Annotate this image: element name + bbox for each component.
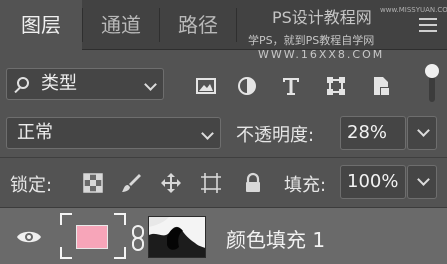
chevron-down-icon (201, 127, 214, 140)
opacity-slider-button[interactable] (407, 116, 437, 150)
chevron-down-icon (417, 124, 430, 137)
watermark-url: www.MISSYUAN.COM (380, 6, 447, 14)
filter-row: 类型 (0, 51, 447, 111)
lock-label: 锁定: (10, 175, 53, 196)
panel-menu-icon[interactable] (419, 18, 437, 32)
mask-image (149, 217, 205, 257)
type-filter-icon[interactable] (280, 75, 302, 97)
watermark-title: PS设计教程网 (272, 8, 372, 27)
adjustment-filter-icon[interactable] (236, 75, 258, 97)
filter-kind-label: 类型 (41, 73, 77, 94)
opacity-input[interactable]: 28% (340, 116, 406, 150)
link-icon[interactable] (131, 224, 145, 252)
image-filter-icon[interactable] (195, 75, 217, 97)
filter-kind-select[interactable]: 类型 (6, 68, 164, 100)
watermark-slogan: 学PS，就到PS教程自学网 (248, 34, 375, 47)
chevron-down-icon (417, 173, 430, 186)
layer-mask-thumbnail[interactable] (148, 216, 206, 258)
tab-layers[interactable]: 图层 (0, 0, 82, 50)
smart-object-filter-icon[interactable] (370, 75, 392, 97)
chevron-down-icon (144, 78, 157, 91)
tab-paths[interactable]: 路径 (160, 0, 236, 50)
fill-color-swatch[interactable] (76, 225, 108, 249)
tab-divider (236, 8, 237, 42)
opacity-label: 不透明度: (236, 125, 315, 146)
toggle-track (429, 76, 435, 102)
lock-transparency-icon[interactable] (82, 172, 104, 194)
move-icon[interactable] (160, 172, 182, 194)
filter-toggle-switch[interactable] (424, 64, 440, 104)
artboard-icon[interactable] (200, 172, 222, 194)
fill-input[interactable]: 100% (340, 165, 406, 199)
search-icon (17, 77, 29, 89)
visibility-eye-icon[interactable] (16, 227, 42, 247)
fill-label: 填充: (284, 175, 327, 196)
blend-row: 正常 不透明度: 28% (0, 111, 447, 157)
shape-filter-icon[interactable] (325, 75, 347, 97)
layer-name[interactable]: 颜色填充 1 (226, 224, 325, 253)
toggle-knob (425, 64, 439, 78)
lock-row: 锁定: 填充: 100% (0, 157, 447, 207)
lock-icon[interactable] (242, 172, 264, 194)
blend-mode-select[interactable]: 正常 (6, 117, 221, 149)
tab-channels[interactable]: 通道 (83, 0, 159, 50)
layer-row[interactable]: 颜色填充 1 (0, 207, 447, 264)
fill-slider-button[interactable] (407, 165, 437, 199)
blend-mode-value: 正常 (17, 122, 53, 143)
brush-icon[interactable] (120, 172, 142, 194)
